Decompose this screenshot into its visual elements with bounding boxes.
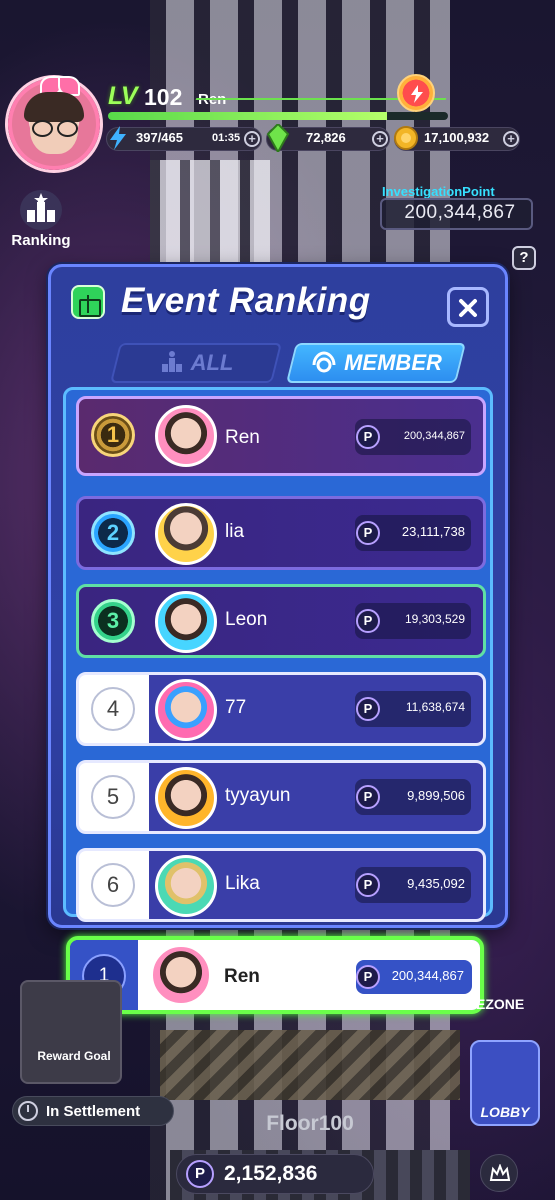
floor-pattern	[160, 1030, 460, 1100]
member-icon	[312, 351, 336, 373]
ranking-row[interactable]: 5 tyyayun P 9,899,506	[76, 760, 486, 834]
row-name: lia	[225, 521, 245, 542]
ranking-list: 1 Ren P 200,344,867 2 lia P 23,111,738 3…	[63, 387, 493, 922]
rank-medal: 2	[91, 511, 135, 555]
close-icon	[459, 299, 477, 317]
modal-title: Event Ranking	[121, 281, 371, 320]
coin-icon	[394, 126, 418, 150]
lightning-icon	[110, 126, 126, 150]
point-icon: P	[356, 521, 380, 545]
row-score: 23,111,738	[401, 524, 465, 539]
avatar	[155, 767, 217, 829]
energy-plus-icon[interactable]: +	[244, 131, 260, 147]
rank-medal: 4	[91, 687, 135, 731]
crown-button[interactable]	[480, 1154, 518, 1192]
point-icon: P	[356, 425, 380, 449]
tab-all[interactable]: ALL	[110, 343, 282, 383]
row-name: 77	[225, 697, 247, 718]
avatar-hair	[24, 92, 84, 122]
investigation-title: InvestigationPoint	[382, 184, 495, 199]
lobby-label: LOBBY	[480, 1104, 530, 1120]
clock-icon	[18, 1101, 38, 1121]
avatar	[155, 855, 217, 917]
settlement-label: In Settlement	[46, 1103, 141, 1120]
energy-value: 397/465	[136, 130, 183, 145]
row-name: Leon	[225, 609, 268, 630]
reward-goal-label: Reward Goal	[37, 1049, 111, 1063]
floor-label: Floor100	[266, 1112, 354, 1135]
row-score: 19,303,529	[404, 612, 465, 626]
coins-plus-icon[interactable]: +	[503, 131, 519, 147]
ranking-row[interactable]: 4 77 P 11,638,674	[76, 672, 486, 746]
ranking-icon	[20, 190, 62, 230]
rank-medal: 1	[91, 413, 135, 457]
row-score: 11,638,674	[405, 700, 465, 714]
help-button[interactable]: ?	[512, 246, 536, 270]
ranking-side-button[interactable]: Ranking	[6, 190, 76, 249]
close-button[interactable]	[447, 287, 489, 327]
avatar	[150, 944, 212, 1006]
player-avatar[interactable]	[8, 76, 100, 170]
reward-goal-button[interactable]	[20, 980, 122, 1084]
gem-icon	[266, 124, 290, 152]
avatar	[155, 679, 217, 741]
alarm-icon[interactable]	[397, 74, 435, 112]
gems-value: 72,826	[306, 130, 346, 145]
level-prefix: LV	[108, 82, 138, 110]
avatar-glasses	[32, 120, 78, 137]
investigation-value: 200,344,867	[404, 202, 516, 223]
row-name: tyyayun	[225, 785, 291, 806]
ranking-side-label: Ranking	[11, 232, 71, 249]
gems-plus-icon[interactable]: +	[372, 131, 388, 147]
row-score: 200,344,867	[403, 430, 465, 442]
avatar	[155, 405, 217, 467]
point-icon: P	[186, 1160, 214, 1188]
tab-member[interactable]: MEMBER	[286, 343, 466, 383]
energy-timer: 01:35	[212, 132, 241, 144]
avatar	[155, 591, 217, 653]
ranking-row[interactable]: 1 Ren P 200,344,867	[76, 396, 486, 476]
crown-icon	[489, 1164, 511, 1181]
level-value: 102	[144, 84, 183, 110]
my-name: Ren	[224, 966, 260, 987]
row-name: Ren	[225, 427, 260, 448]
point-icon: P	[356, 697, 380, 721]
rank-medal: 5	[91, 775, 135, 819]
zone-label[interactable]: EZONE	[476, 996, 524, 1012]
rank-medal: 6	[91, 863, 135, 907]
coins-value: 17,100,932	[424, 130, 490, 145]
points-value: 2,152,836	[224, 1162, 318, 1185]
ranking-row[interactable]: 2 lia P 23,111,738	[76, 496, 486, 570]
point-icon: P	[356, 965, 380, 989]
tab-member-label: MEMBER	[344, 350, 442, 375]
gift-icon	[71, 285, 105, 319]
ranking-row[interactable]: 3 Leon P 19,303,529	[76, 584, 486, 658]
ranking-row[interactable]: 6 Lika P 9,435,092	[76, 848, 486, 922]
row-score: 9,899,506	[407, 788, 465, 803]
exp-bar	[108, 112, 448, 120]
point-icon: P	[356, 609, 380, 633]
avatar	[155, 503, 217, 565]
my-score: 200,344,867	[391, 968, 464, 983]
modal-header: Event Ranking	[51, 267, 505, 345]
tab-all-label: ALL	[190, 350, 234, 375]
my-ranking-row[interactable]: 1 Ren P 200,344,867	[66, 936, 484, 1014]
event-ranking-modal: Event Ranking ALL MEMBER 1 Ren P 200,344…	[48, 264, 508, 928]
row-name: Lika	[225, 873, 260, 894]
rank-medal: 3	[91, 599, 135, 643]
building-window	[150, 160, 270, 280]
row-score: 9,435,092	[407, 876, 465, 891]
point-icon: P	[356, 873, 380, 897]
point-icon: P	[356, 785, 380, 809]
ranking-icon	[161, 351, 182, 372]
